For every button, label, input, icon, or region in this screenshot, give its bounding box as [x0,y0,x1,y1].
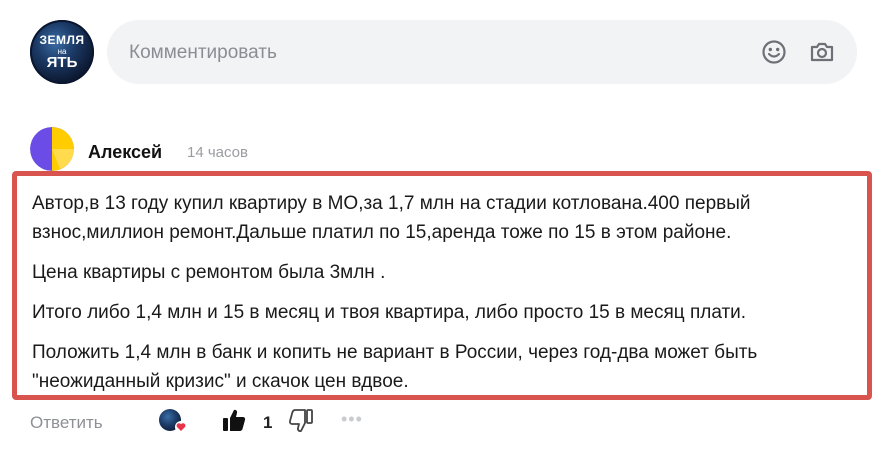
heart-icon [175,421,187,433]
camera-icon[interactable] [809,39,835,65]
comment-timestamp: 14 часов [187,144,248,161]
smile-icon[interactable] [761,39,787,65]
more-options-icon[interactable]: ••• [341,409,363,430]
comment-author[interactable]: Алексей [88,142,162,163]
like-count: 1 [263,413,273,432]
comment-paragraph-1: Автор,в 13 году купил квартиру в МО,за 1… [32,193,751,243]
comment-composer: ЗЕМЛЯ на ЯТЬ Комментировать [30,20,858,84]
comment-paragraph-2: Цена квартиры с ремонтом была 3млн . [32,262,386,283]
channel-avatar[interactable]: ЗЕМЛЯ на ЯТЬ [30,20,94,84]
comment-header: Алексей 14 часов [30,127,530,171]
avatar-text-line1: ЗЕМЛЯ [39,33,85,47]
reply-button[interactable]: Ответить [30,413,103,433]
comment-actions: Ответить 1 ••• [30,405,430,439]
comment-paragraph-4: Положить 1,4 млн в банк и копить не вари… [32,342,758,392]
comment-input-placeholder: Комментировать [129,42,277,63]
user-avatar[interactable] [30,127,74,171]
comment-text: Автор,в 13 году купил квартиру в МО,за 1… [12,171,872,400]
comment-paragraph-3: Итого либо 1,4 млн и 15 в месяц и твоя к… [32,302,747,323]
comment-input[interactable]: Комментировать [107,20,857,84]
avatar-text-line3: ЯТЬ [46,54,78,71]
thumbs-up-icon[interactable] [221,407,247,433]
thumbs-down-icon[interactable] [288,408,314,434]
